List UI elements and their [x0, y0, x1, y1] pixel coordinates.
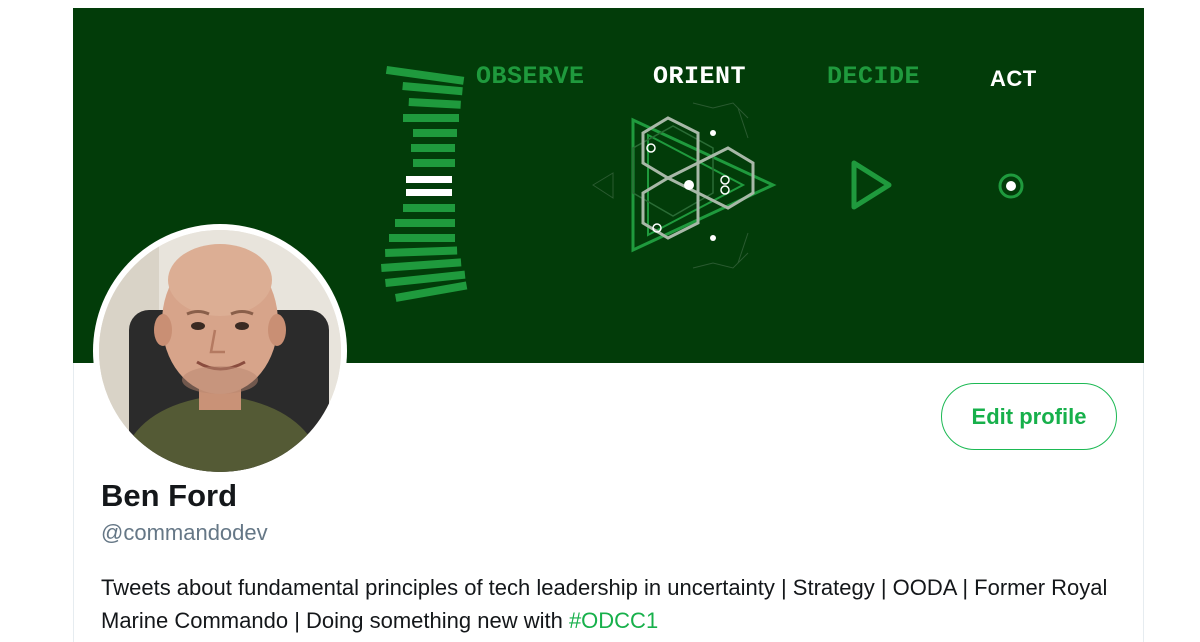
- bio-hashtag-link[interactable]: #ODCC1: [569, 608, 658, 633]
- avatar-photo: [99, 230, 341, 472]
- edit-profile-button[interactable]: Edit profile: [941, 383, 1117, 450]
- profile-avatar[interactable]: [93, 224, 347, 478]
- decide-play-icon: [851, 160, 892, 210]
- profile-bio: Tweets about fundamental principles of t…: [101, 571, 1131, 637]
- observe-bars-graphic: [381, 65, 468, 302]
- orient-graphic: [592, 102, 777, 269]
- avatar-portrait-graphic: [99, 230, 341, 472]
- stage-label-orient: ORIENT: [653, 62, 747, 91]
- stage-label-decide: DECIDE: [827, 62, 921, 91]
- stage-label-observe: OBSERVE: [476, 62, 585, 91]
- observe-center-marks: [406, 176, 452, 196]
- profile-handle: @commandodev: [101, 520, 268, 545]
- stage-label-act: ACT: [990, 66, 1037, 91]
- profile-name: Ben Ford: [101, 478, 238, 513]
